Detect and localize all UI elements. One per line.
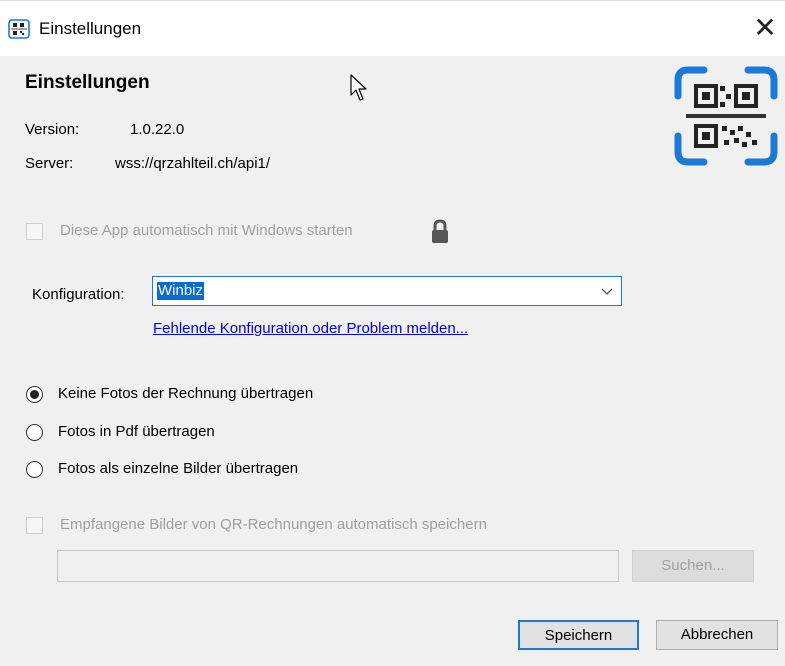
save-path-input[interactable] (57, 550, 619, 582)
radio-photos-pdf[interactable] (26, 424, 43, 441)
version-value: 1.0.22.0 (130, 121, 185, 138)
lock-icon (432, 219, 448, 243)
configuration-combobox[interactable]: Winbiz (152, 276, 622, 306)
save-button[interactable]: Speichern (518, 620, 639, 650)
server-value: wss://qrzahlteil.ch/api1/ (115, 155, 271, 172)
configuration-selected-value: Winbiz (157, 282, 205, 300)
qr-scan-logo (674, 66, 778, 166)
version-label: Version: (25, 121, 80, 138)
mouse-cursor-icon (350, 74, 367, 101)
radio-no-photos-label[interactable]: Keine Fotos der Rechnung übertragen (58, 384, 313, 404)
search-button[interactable]: Suchen... (632, 550, 754, 582)
window-title: Einstellungen (39, 19, 142, 38)
radio-photos-pdf-label[interactable]: Fotos in Pdf übertragen (58, 422, 215, 442)
page-title: Einstellungen (25, 72, 150, 93)
radio-photos-images-label[interactable]: Fotos als einzelne Bilder übertragen (58, 459, 298, 479)
cancel-button[interactable]: Abbrechen (656, 620, 778, 650)
configuration-label: Konfiguration: (32, 286, 125, 303)
title-bar: Einstellungen ✕ (0, 0, 785, 56)
close-icon[interactable]: ✕ (751, 13, 779, 43)
chevron-down-icon[interactable] (601, 286, 613, 296)
radio-photos-images[interactable] (26, 461, 43, 478)
autostart-label: Diese App automatisch mit Windows starte… (60, 222, 353, 239)
settings-panel: Einstellungen Version: 1.0.22.0 Server: … (0, 56, 785, 666)
save-images-label: Empfangene Bilder von QR-Rechnungen auto… (60, 516, 487, 533)
report-problem-link[interactable]: Fehlende Konfiguration oder Problem meld… (153, 319, 468, 339)
radio-selected-dot (30, 390, 39, 399)
qr-app-icon (8, 19, 30, 39)
radio-no-photos[interactable] (26, 386, 43, 403)
server-label: Server: (25, 155, 74, 172)
save-images-checkbox[interactable] (26, 517, 43, 534)
autostart-checkbox[interactable] (26, 223, 43, 240)
